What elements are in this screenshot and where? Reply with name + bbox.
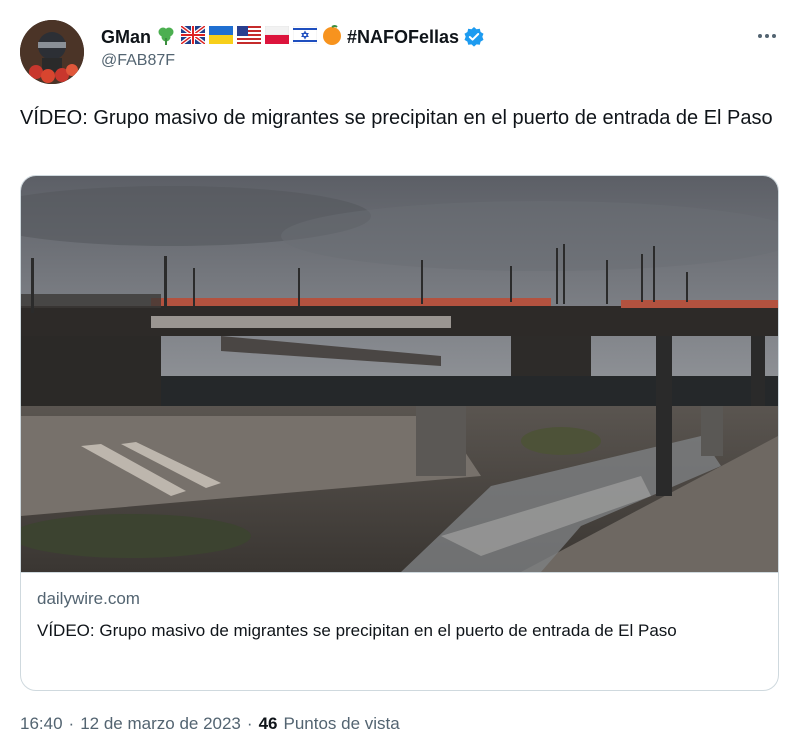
link-card-domain: dailywire.com [37,589,140,608]
ukraine-flag-emoji [209,25,234,49]
views-label: Puntos de vista [283,714,400,733]
meta-separator: · [68,714,75,733]
israel-flag-emoji [292,25,318,49]
views-count[interactable]: 46 [259,714,278,734]
tweet-text: VÍDEO: Grupo masivo de migrantes se prec… [20,107,773,129]
uk-flag-emoji [179,23,207,49]
author-handle[interactable]: @FAB87F [101,52,175,70]
tangerine-emoji [321,24,343,51]
tweet-date[interactable]: 12 de marzo de 2023 [80,714,241,734]
link-card-image[interactable] [21,176,778,572]
verified-badge-icon [463,26,485,48]
avatar-image [20,20,84,84]
tweet: GMan #NAFOFellas @FAB87F VÍDEO: Grupo ma… [0,0,800,749]
author-display-name[interactable]: GMan [101,27,151,48]
us-flag-emoji [237,25,262,49]
shamrock-emoji [155,24,177,51]
author-name-row[interactable]: GMan #NAFOFellas [101,23,485,51]
tweet-meta: 16:40 · 12 de marzo de 2023 · 46 Puntos … [20,714,400,734]
more-dot-icon [772,34,776,38]
link-card-title: VÍDEO: Grupo masivo de migrantes se prec… [37,621,677,640]
link-card-footer[interactable]: dailywire.com VÍDEO: Grupo masivo de mig… [21,572,778,690]
poland-flag-emoji [264,25,290,49]
meta-separator: · [246,714,253,733]
more-options-button[interactable] [752,26,782,46]
more-dot-icon [765,34,769,38]
bridge-photo [21,176,778,572]
link-card[interactable]: dailywire.com VÍDEO: Grupo masivo de mig… [20,175,779,691]
author-name-tag[interactable]: #NAFOFellas [347,27,459,48]
tweet-time[interactable]: 16:40 [20,714,63,734]
avatar[interactable] [20,20,84,84]
more-dot-icon [758,34,762,38]
